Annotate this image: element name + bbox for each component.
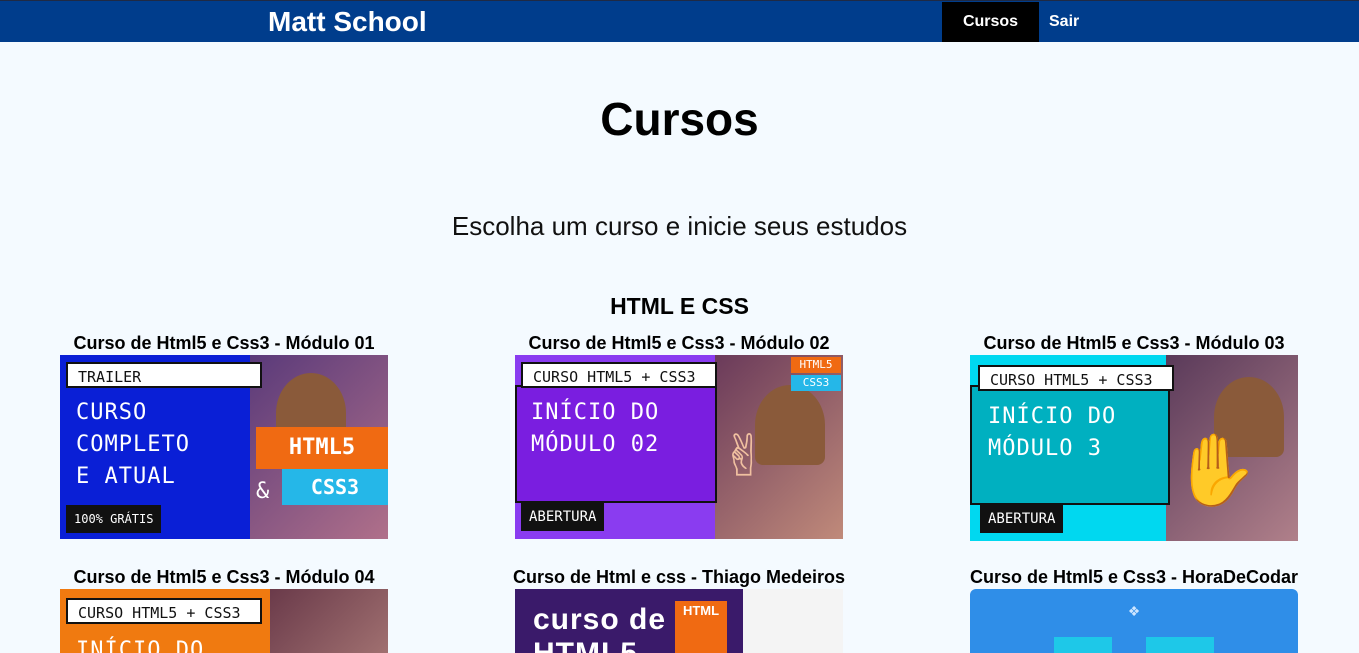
thumbnail-text: CURSO COMPLETO E ATUAL [76, 400, 190, 489]
thumbnail-text: curso de HTML5 [533, 603, 667, 653]
course-card-modulo-01[interactable]: Curso de Html5 e Css3 - Módulo 01 TRAILE… [14, 331, 434, 539]
html5-logo: HTML5 [256, 427, 388, 469]
top-navbar: Matt School Cursos Sair [0, 0, 1359, 42]
thumbnail-tag: CURSO HTML5 + CSS3 [521, 362, 717, 388]
thumbnail-badge: 100% GRÁTIS [66, 505, 162, 533]
ampersand: & [256, 479, 270, 504]
presenter-figure [755, 385, 825, 465]
course-thumbnail[interactable]: curso de HTML5 HTML [515, 589, 843, 653]
thumbnail-badge: ABERTURA [980, 505, 1064, 533]
thumbnail-background [270, 589, 388, 653]
cube-icon: ❖ [1128, 600, 1140, 621]
css3-logo: CSS3 [282, 469, 388, 505]
course-thumbnail[interactable]: ✋ CURSO HTML5 + CSS3 INÍCIO DO MÓDULO 3 … [970, 355, 1298, 541]
course-thumbnail[interactable]: ❖ [970, 589, 1298, 653]
course-title[interactable]: Curso de Html5 e Css3 - HoraDeCodar [924, 565, 1344, 589]
course-card-modulo-03[interactable]: Curso de Html5 e Css3 - Módulo 03 ✋ CURS… [924, 331, 1344, 541]
brand-logo[interactable]: Matt School [268, 6, 427, 38]
course-title[interactable]: Curso de Html5 e Css3 - Módulo 01 [14, 331, 434, 355]
course-title[interactable]: Curso de Html5 e Css3 - Módulo 02 [469, 331, 889, 355]
css3-logo: CSS3 [791, 375, 841, 391]
nav-link-cursos[interactable]: Cursos [942, 2, 1039, 42]
course-title[interactable]: Curso de Html5 e Css3 - Módulo 04 [14, 565, 434, 589]
course-card-modulo-02[interactable]: Curso de Html5 e Css3 - Módulo 02 ✌ CURS… [469, 331, 889, 539]
thumbnail-text: INÍCIO DO MÓDULO 3 [988, 404, 1117, 461]
course-title[interactable]: Curso de Html e css - Thiago Medeiros [469, 565, 889, 589]
course-thumbnail[interactable]: ✌ CURSO HTML5 + CSS3 INÍCIO DO MÓDULO 02… [515, 355, 843, 539]
thumbnail-tag: CURSO HTML5 + CSS3 [978, 365, 1174, 391]
thumbnail-text: INÍCIO DO MÓDULO 02 [531, 400, 660, 457]
thumbnail-badge: ABERTURA [521, 503, 605, 531]
thumbnail-shape [1054, 637, 1112, 653]
course-title[interactable]: Curso de Html5 e Css3 - Módulo 03 [924, 331, 1344, 355]
course-card-modulo-04[interactable]: Curso de Html5 e Css3 - Módulo 04 CURSO … [14, 565, 434, 653]
page-title: Cursos [600, 93, 759, 145]
three-fingers-hand-icon: ✋ [1172, 429, 1260, 511]
thumbnail-tag: TRAILER [66, 362, 262, 388]
section-title-html-css: HTML E CSS [610, 293, 749, 319]
peace-hand-icon: ✌ [721, 411, 764, 493]
course-card-thiago-medeiros[interactable]: Curso de Html e css - Thiago Medeiros cu… [469, 565, 889, 653]
thumbnail-shape [1146, 637, 1214, 653]
course-thumbnail[interactable]: TRAILER CURSO COMPLETO E ATUAL HTML5 & C… [60, 355, 388, 539]
nav-links: Cursos Sair [942, 2, 1079, 42]
presenter-photo [743, 589, 843, 653]
thumbnail-text: INÍCIO DO [76, 638, 205, 653]
course-thumbnail[interactable]: CURSO HTML5 + CSS3 INÍCIO DO [60, 589, 388, 653]
html5-logo: HTML5 [791, 357, 841, 373]
nav-link-sair[interactable]: Sair [1039, 2, 1079, 42]
html5-logo: HTML [675, 601, 727, 653]
thumbnail-tag: CURSO HTML5 + CSS3 [66, 598, 262, 624]
course-card-horadecodar[interactable]: Curso de Html5 e Css3 - HoraDeCodar ❖ [924, 565, 1344, 653]
page-subtitle: Escolha um curso e inicie seus estudos [451, 211, 908, 241]
